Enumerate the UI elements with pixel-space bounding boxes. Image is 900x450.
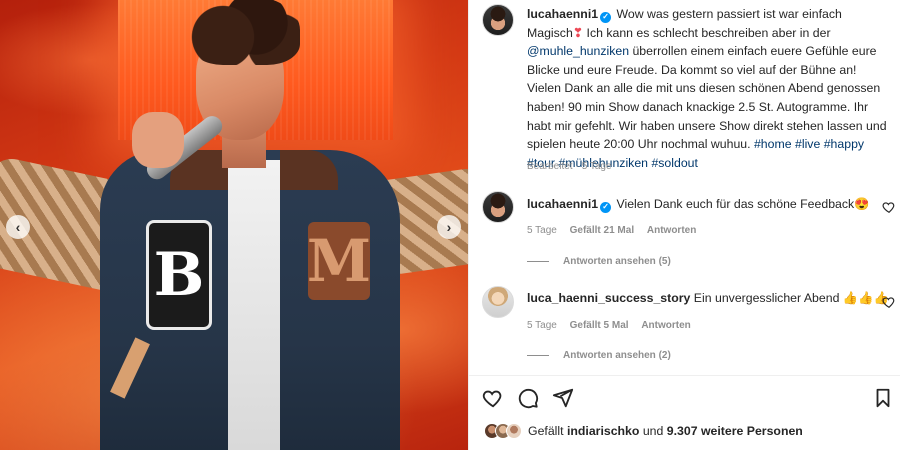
hashtag-link[interactable]: #live	[795, 137, 820, 151]
likes-connector: und	[642, 424, 664, 438]
likes-first-user[interactable]: indiarischko	[567, 424, 639, 438]
jacket-patch-m: M	[307, 222, 371, 300]
hashtag-link[interactable]: #soldout	[651, 156, 698, 170]
comment: lucahaenni1 ✓ Vielen Dank euch für das sc…	[527, 195, 870, 213]
replies-divider	[527, 355, 549, 356]
heart-icon[interactable]	[482, 387, 504, 409]
next-image-button[interactable]: ›	[437, 215, 461, 239]
caption-text-2: Ich kann es schlecht beschreiben aber in…	[586, 25, 831, 40]
author-avatar[interactable]	[482, 4, 514, 36]
post-caption: lucahaenni1 ✓ Wow was gestern passiert is…	[527, 5, 889, 172]
actions-divider	[468, 375, 900, 376]
caption-emoji: ❣	[572, 25, 584, 40]
comment: luca_haenni_success_story Ein unvergessl…	[527, 289, 889, 307]
likes-prefix: Gefällt	[528, 424, 564, 438]
performer-shirt	[228, 160, 280, 450]
comment-avatar[interactable]	[482, 191, 514, 223]
comment-text: Vielen Dank euch für das schöne Feedback	[616, 197, 855, 211]
comment-avatar[interactable]	[482, 286, 514, 318]
share-icon[interactable]	[552, 387, 574, 409]
hashtag-link[interactable]: #home	[754, 137, 792, 151]
previous-image-button[interactable]: ‹	[6, 215, 30, 239]
performer-hair	[190, 0, 300, 65]
comment-emoji: 😍	[854, 197, 870, 211]
edited-label: Bearbeitet	[527, 161, 573, 172]
comment-age[interactable]: 5 Tage	[527, 320, 557, 331]
comment-text: Ein unvergesslicher Abend	[693, 291, 840, 305]
view-replies-label: Antworten ansehen (5)	[563, 256, 671, 267]
verified-badge-icon: ✓	[600, 11, 612, 23]
jacket-patch-b: B	[146, 220, 212, 330]
caption-meta: Bearbeitet · 5 Tage	[527, 161, 612, 172]
caption-mention-link[interactable]: @muhle_hunziken	[527, 44, 629, 58]
verified-badge-icon: ✓	[600, 201, 612, 213]
likes-others-count[interactable]: 9.307 weitere Personen	[667, 424, 803, 438]
bookmark-icon[interactable]	[872, 387, 894, 409]
view-replies-button[interactable]: Antworten ansehen (2)	[527, 350, 671, 361]
comment-reply-button[interactable]: Antworten	[641, 320, 690, 331]
comment-username[interactable]: lucahaenni1	[527, 197, 598, 211]
comment-reply-button[interactable]: Antworten	[647, 225, 696, 236]
post-photo[interactable]: B M ‹ ›	[0, 0, 468, 450]
view-replies-button[interactable]: Antworten ansehen (5)	[527, 256, 671, 267]
post-age[interactable]: 5 Tage	[582, 161, 612, 172]
caption-username[interactable]: lucahaenni1	[527, 7, 598, 21]
comment-like-heart-icon[interactable]	[882, 295, 896, 309]
hashtag-link[interactable]: #happy	[824, 137, 864, 151]
comment-likes-count[interactable]: Gefällt 21 Mal	[570, 225, 634, 236]
comment-meta: 5 Tage Gefällt 21 Mal Antworten	[527, 225, 706, 236]
liker-avatar	[506, 423, 522, 439]
comment-age[interactable]: 5 Tage	[527, 225, 557, 236]
likes-summary: Gefällt indiarischko und 9.307 weitere P…	[484, 423, 803, 439]
caption-text-3: überrollen einem einfach euere Gefühle e…	[527, 44, 887, 152]
view-replies-label: Antworten ansehen (2)	[563, 350, 671, 361]
replies-divider	[527, 261, 549, 262]
performer-hand	[132, 112, 184, 168]
comment-meta: 5 Tage Gefällt 5 Mal Antworten	[527, 320, 701, 331]
comment-username[interactable]: luca_haenni_success_story	[527, 291, 690, 305]
comment-likes-count[interactable]: Gefällt 5 Mal	[570, 320, 629, 331]
comment-like-heart-icon[interactable]	[882, 200, 896, 214]
comment-icon[interactable]	[517, 387, 539, 409]
